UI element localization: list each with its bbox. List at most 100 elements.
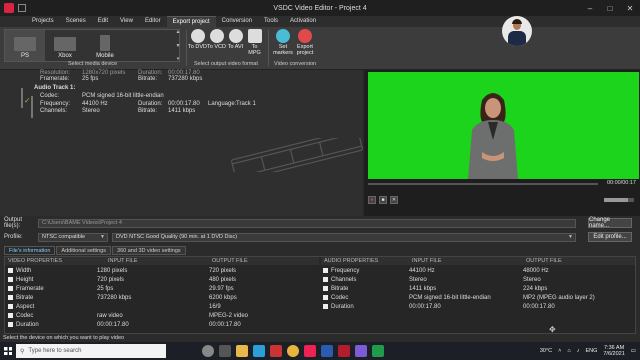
output-value: MP2 (MPEG audio layer 2) — [523, 295, 595, 301]
quick-access-icon[interactable] — [18, 4, 26, 12]
format-group-label: Select output video format — [194, 61, 258, 67]
framerate-value: 25 fps — [82, 76, 99, 82]
to-vcd-button[interactable]: To VCD — [207, 29, 226, 50]
notification-icon[interactable]: ▭ — [631, 348, 636, 354]
maximize-button[interactable]: □ — [600, 0, 620, 16]
windows-icon — [4, 347, 12, 355]
tab-projects[interactable]: Projects — [26, 16, 60, 27]
edit-profile-button[interactable]: Edit profile... — [588, 232, 632, 242]
tab-additional-settings[interactable]: Additional settings — [56, 246, 112, 255]
tab-export-project[interactable]: Export project — [166, 16, 216, 27]
app-icon-2[interactable] — [372, 345, 384, 357]
tab-activation[interactable]: Activation — [284, 16, 322, 27]
input-value: 737280 kbps — [97, 295, 132, 301]
audio-bitrate-label: Bitrate: — [138, 108, 158, 114]
input-value: PCM signed 16-bit little-endian — [409, 295, 491, 301]
scroll-down-icon[interactable]: ▼ — [176, 43, 181, 49]
video-frame[interactable] — [368, 72, 639, 179]
device-mobile[interactable]: Mobile — [85, 30, 125, 61]
input-value: raw video — [97, 313, 123, 319]
tab-files-information[interactable]: File's information — [4, 246, 56, 255]
minimize-button[interactable]: – — [580, 0, 600, 16]
tab-conversion[interactable]: Conversion — [216, 16, 258, 27]
output-file-row: Output file(s): C:\Users\BAME Videos\Pro… — [4, 217, 576, 229]
close-preview-button[interactable]: ✕ — [390, 196, 398, 204]
video-app-icon[interactable] — [304, 345, 316, 357]
play-button[interactable]: ● — [368, 196, 376, 204]
to-dvd-button[interactable]: To DVD — [188, 29, 207, 50]
to-avi-button[interactable]: To AVI — [226, 29, 245, 50]
language-indicator[interactable]: ENG — [585, 348, 597, 354]
property-name: Channels — [331, 277, 357, 283]
weather-text[interactable]: 30°C — [540, 348, 552, 354]
media-app-icon[interactable] — [270, 345, 282, 357]
input-value: 25 fps — [97, 286, 114, 292]
clock[interactable]: 7:36 AM 7/6/2021 — [603, 345, 624, 357]
tab-tools[interactable]: Tools — [258, 16, 284, 27]
quality-select[interactable]: DVD NTSC Good Quality (90 min. at 1 DVD … — [112, 232, 576, 242]
tray-chevron-icon[interactable]: ˄ — [558, 348, 561, 354]
timecode: 00:00/00:17 — [606, 180, 636, 186]
input-value: 1411 kbps — [409, 286, 437, 292]
tab-360-3d-settings[interactable]: 360 and 3D video settings — [112, 246, 186, 255]
property-icon — [323, 294, 328, 300]
start-button[interactable] — [0, 342, 16, 360]
word-icon[interactable] — [321, 345, 333, 357]
volume-slider[interactable] — [604, 198, 634, 202]
table-row: Width — [8, 267, 31, 276]
tab-view[interactable]: View — [114, 16, 139, 27]
video-properties-header: VIDEO PROPERTIES — [5, 257, 105, 265]
property-icon — [323, 285, 328, 291]
stop-button[interactable]: ■ — [379, 196, 387, 204]
close-button[interactable]: ✕ — [620, 0, 640, 16]
cortana-icon[interactable] — [202, 345, 214, 357]
divider — [186, 30, 187, 66]
profile-select[interactable]: NTSC compatible ▼ — [38, 232, 108, 242]
volume-icon[interactable]: ♪ — [577, 348, 580, 354]
device-xbox[interactable]: Xbox — [45, 30, 85, 61]
tab-edit[interactable]: Edit — [92, 16, 114, 27]
dvd-icon — [190, 29, 205, 43]
table-row: Channels — [323, 276, 356, 285]
quality-value: DVD NTSC Good Quality (90 min. at 1 DVD … — [116, 233, 238, 240]
gallery-more-icon[interactable]: ▾ — [177, 56, 180, 62]
to-mpg-button[interactable]: To MPG — [245, 29, 264, 56]
property-name: Codec — [331, 295, 349, 301]
property-icon — [8, 276, 13, 282]
file-explorer-icon[interactable] — [236, 345, 248, 357]
edge-icon[interactable] — [253, 345, 265, 357]
property-name: Codec — [16, 313, 34, 319]
preview-timeline[interactable] — [368, 181, 639, 187]
tree-lines — [21, 88, 33, 118]
export-project-button[interactable]: Export project — [294, 29, 316, 56]
set-markers-label: Set markers — [273, 44, 293, 56]
tab-scenes[interactable]: Scenes — [60, 16, 92, 27]
task-view-icon[interactable] — [219, 345, 231, 357]
tab-editor[interactable]: Editor — [139, 16, 167, 27]
property-name: Duration — [331, 304, 354, 310]
vsdc-taskbar-icon[interactable] — [338, 345, 350, 357]
property-icon — [8, 321, 13, 327]
taskbar-search[interactable]: ⚲ Type here to search — [16, 344, 166, 358]
markers-icon — [276, 29, 290, 43]
output-file-field[interactable]: C:\Users\BAME Videos\Project 4 — [38, 218, 576, 228]
property-name: Height — [16, 277, 34, 283]
device-ps[interactable]: PS — [5, 30, 45, 61]
audio-bitrate-value: 1411 kbps — [168, 108, 196, 114]
device-label: Mobile — [96, 53, 114, 59]
property-icon — [323, 276, 328, 282]
device-label: Xbox — [58, 53, 72, 59]
input-value: 00:00:17.80 — [97, 322, 129, 328]
property-name: Width — [16, 268, 32, 274]
language-label: Language: — [208, 101, 237, 107]
property-icon — [8, 267, 13, 273]
move-icon[interactable]: ✥ — [549, 325, 556, 334]
chrome-icon[interactable] — [287, 345, 299, 357]
network-icon[interactable]: ⌂ — [567, 348, 570, 354]
change-name-button[interactable]: Change name... — [588, 217, 632, 229]
property-icon — [323, 267, 328, 273]
app-icon[interactable] — [355, 345, 367, 357]
taskbar-apps — [202, 345, 384, 357]
set-markers-button[interactable]: Set markers — [272, 29, 294, 56]
scroll-up-icon[interactable]: ▲ — [176, 29, 181, 35]
